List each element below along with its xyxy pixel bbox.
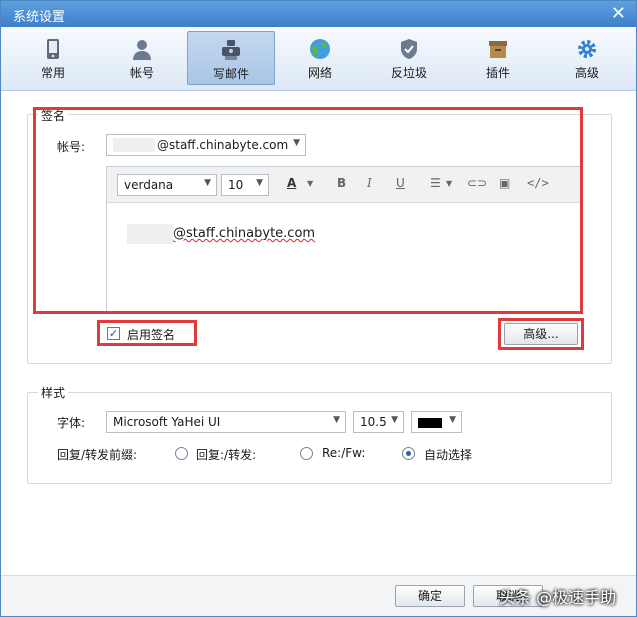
- chevron-down-icon: ▼: [391, 415, 398, 425]
- highlight-enable: [97, 320, 197, 346]
- tab-network[interactable]: 网络: [276, 31, 364, 85]
- tab-advanced[interactable]: 高级: [543, 31, 631, 85]
- radio-re-fw[interactable]: [300, 447, 313, 460]
- tab-antispam[interactable]: 反垃圾: [365, 31, 453, 85]
- highlight-signature: [33, 107, 583, 314]
- tab-plugins[interactable]: 插件: [454, 31, 542, 85]
- content-pane: 签名 帐号: @staff.chinabyte.com ▼ verdana ▼ …: [1, 91, 636, 575]
- tab-compose-label: 写邮件: [212, 67, 249, 81]
- settings-toolbar: 常用 帐号 写邮件 网络 反垃圾 插件 高级: [1, 27, 636, 91]
- style-font-select[interactable]: Microsoft YaHei UI ▼: [106, 411, 346, 433]
- radio-re-fw-label: Re:/Fw:: [322, 446, 366, 460]
- title-bar: 系统设置 ✕: [1, 1, 636, 27]
- radio-reply-chinese-label: 回复:/转发:: [196, 448, 257, 462]
- radio-auto-label: 自动选择: [424, 448, 473, 462]
- globe-icon: [310, 39, 330, 59]
- tab-general[interactable]: 常用: [9, 31, 97, 85]
- tab-plugins-label: 插件: [485, 66, 510, 80]
- tab-advanced-label: 高级: [574, 66, 599, 80]
- style-size-value: 10.5: [360, 415, 387, 429]
- style-group-title: 样式: [38, 384, 69, 401]
- reply-prefix-label: 回复/转发前缀:: [57, 448, 138, 462]
- close-icon[interactable]: ✕: [611, 3, 626, 24]
- style-size-select[interactable]: 10.5 ▼: [353, 411, 404, 433]
- tab-antispam-label: 反垃圾: [390, 66, 427, 80]
- watermark: 头条 @极速手助: [499, 588, 617, 607]
- window-title: 系统设置: [13, 10, 66, 25]
- radio-auto[interactable]: [402, 447, 415, 460]
- chevron-down-icon: ▼: [333, 415, 340, 425]
- compose-icon: [222, 40, 240, 60]
- tab-compose[interactable]: 写邮件: [187, 31, 275, 85]
- user-icon: [133, 40, 151, 60]
- color-swatch: [418, 418, 442, 428]
- tab-account-label: 帐号: [129, 66, 154, 80]
- radio-reply-chinese[interactable]: [175, 447, 188, 460]
- style-color-select[interactable]: ▼: [411, 411, 462, 433]
- tab-account[interactable]: 帐号: [98, 31, 186, 85]
- shield-icon: [401, 39, 417, 59]
- font-label: 字体:: [57, 416, 86, 430]
- dialog-footer: 确定 取消 头条 @极速手助: [1, 575, 636, 616]
- gear-icon: [578, 40, 596, 58]
- style-group: [27, 392, 612, 484]
- style-font-value: Microsoft YaHei UI: [113, 415, 221, 429]
- tab-network-label: 网络: [307, 66, 332, 80]
- tab-general-label: 常用: [40, 66, 65, 80]
- phone-icon: [47, 39, 59, 59]
- ok-button[interactable]: 确定: [395, 585, 465, 607]
- settings-window: 系统设置 ✕ 常用 帐号 写邮件 网络 反垃圾 插件 高级 签名 帐号: @st…: [0, 0, 637, 617]
- box-icon: [489, 41, 507, 58]
- chevron-down-icon: ▼: [449, 415, 456, 425]
- highlight-advanced: [498, 318, 584, 350]
